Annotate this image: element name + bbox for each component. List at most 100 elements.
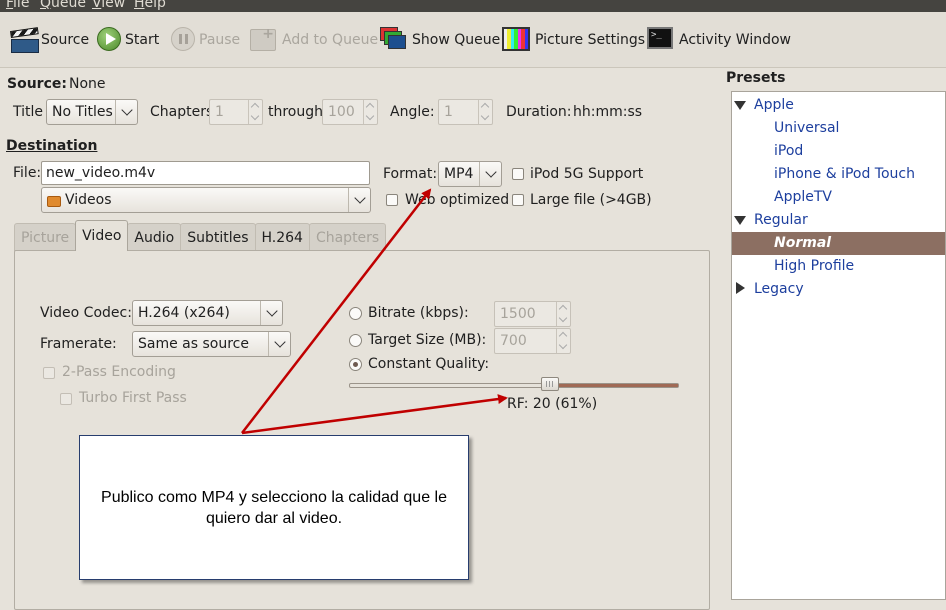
bitrate-spinner[interactable]: 1500 [494,301,571,327]
spinner-arrows-icon[interactable] [556,302,570,326]
file-input[interactable]: new_video.m4v [41,161,370,185]
video-codec-value: H.264 (x264) [138,305,230,321]
activity-window-button[interactable]: >_ Activity Window [647,27,791,53]
add-to-queue-button[interactable]: Add to Queue [250,26,379,53]
quality-slider-handle[interactable] [541,377,560,391]
tab-subtitles[interactable]: Subtitles [180,223,256,251]
spinner-arrows-icon[interactable] [478,100,492,124]
chapters-to-spinner[interactable]: 100 [322,99,378,125]
preset-ipod[interactable]: iPod [732,140,945,163]
chevron-down-icon [115,100,137,124]
add-queue-icon [250,26,280,53]
folder-select[interactable]: Videos [41,187,371,213]
preset-group-legacy[interactable]: Legacy [732,278,945,301]
two-pass-label: 2-Pass Encoding [62,364,176,380]
pause-icon [171,27,197,53]
preset-group-apple[interactable]: Apple [732,94,945,117]
annotation-text: Publico como MP4 y selecciono la calidad… [101,488,447,527]
menu-queue[interactable]: Queue [40,0,86,11]
angle-label: Angle: [390,104,435,120]
bitrate-radio[interactable] [349,307,362,320]
angle-value: 1 [444,104,453,120]
queue-icon [380,27,410,53]
picture-settings-label: Picture Settings [535,32,646,48]
quality-slider[interactable] [349,383,679,388]
format-select-value: MP4 [444,166,474,182]
chapters-label: Chapters [150,104,214,120]
title-select-value: No Titles [52,104,113,120]
duration-label: Duration: [506,104,572,120]
target-size-label: Target Size (MB): [368,332,487,348]
terminal-icon: >_ [647,27,677,53]
source-button[interactable]: Source [10,27,90,53]
spinner-arrows-icon[interactable] [363,100,377,124]
show-queue-label: Show Queue [412,32,501,48]
two-pass-checkbox[interactable] [43,367,55,379]
chapters-from-spinner[interactable]: 1 [209,99,263,125]
framerate-value: Same as source [138,336,249,352]
source-label: Source: [7,76,67,92]
web-optimized-checkbox[interactable] [386,194,398,206]
rf-value-label: RF: 20 (61%) [507,396,598,412]
preset-group-regular[interactable]: Regular [732,209,945,232]
preset-normal[interactable]: Normal [732,232,945,255]
presets-heading: Presets [726,70,786,86]
spinner-arrows-icon[interactable] [248,100,262,124]
framerate-label: Framerate: [40,336,117,352]
source-value: None [69,76,106,92]
title-select[interactable]: No Titles [46,99,138,125]
activity-window-label: Activity Window [679,32,792,48]
show-queue-button[interactable]: Show Queue [380,27,500,53]
ipod-5g-checkbox[interactable] [512,168,524,180]
video-codec-label: Video Codec: [40,305,132,321]
bitrate-label: Bitrate (kbps): [368,305,469,321]
preset-high-profile[interactable]: High Profile [732,255,945,278]
settings-tabs: Picture Video Audio Subtitles H.264 Chap… [14,220,387,251]
tab-h264[interactable]: H.264 [254,223,310,251]
constant-quality-radio[interactable] [349,358,362,371]
chevron-down-icon [268,332,290,356]
chapters-to-value: 100 [328,104,355,120]
preset-iphone-ipod-touch[interactable]: iPhone & iPod Touch [732,163,945,186]
turbo-first-pass-checkbox[interactable] [60,393,72,405]
menu-view[interactable]: View [92,0,125,11]
tab-picture[interactable]: Picture [14,223,77,251]
ipod-5g-label: iPod 5G Support [530,166,644,182]
menu-bar: File Queue View Help [0,0,946,12]
chevron-down-icon [260,301,282,325]
folder-select-value: Videos [65,192,112,208]
file-label: File: [13,165,42,181]
angle-spinner[interactable]: 1 [438,99,493,125]
preset-universal[interactable]: Universal [732,117,945,140]
target-size-spinner[interactable]: 700 [494,328,571,354]
format-select[interactable]: MP4 [438,161,502,187]
tab-chapters[interactable]: Chapters [308,223,387,251]
framerate-select[interactable]: Same as source [132,331,291,357]
web-optimized-label: Web optimized [405,192,510,208]
quality-slider-fill [551,384,678,387]
video-codec-select[interactable]: H.264 (x264) [132,300,283,326]
tab-audio[interactable]: Audio [127,223,182,251]
folder-icon [47,195,61,207]
spinner-arrows-icon[interactable] [556,329,570,353]
toolbar: Source Start Pause Add to Queue Show Que… [0,12,946,68]
target-size-radio[interactable] [349,334,362,347]
large-file-checkbox[interactable] [512,194,524,206]
chapters-from-value: 1 [215,104,224,120]
preset-appletv[interactable]: AppleTV [732,186,945,209]
start-button[interactable]: Start [97,27,159,53]
picture-settings-button[interactable]: Picture Settings [502,27,645,53]
source-button-label: Source [41,32,90,48]
add-to-queue-label: Add to Queue [282,32,379,48]
duration-value: hh:mm:ss [573,104,643,120]
bitrate-value: 1500 [500,306,536,322]
pause-button-label: Pause [199,32,241,48]
presets-list: Apple Universal iPod iPhone & iPod Touch… [731,91,946,600]
chevron-down-icon [348,188,370,212]
tab-video[interactable]: Video [75,220,129,251]
destination-heading: Destination [6,138,98,154]
menu-help[interactable]: Help [134,0,166,11]
large-file-label: Large file (>4GB) [530,192,652,208]
pause-button[interactable]: Pause [171,27,240,53]
menu-file[interactable]: File [6,0,29,11]
